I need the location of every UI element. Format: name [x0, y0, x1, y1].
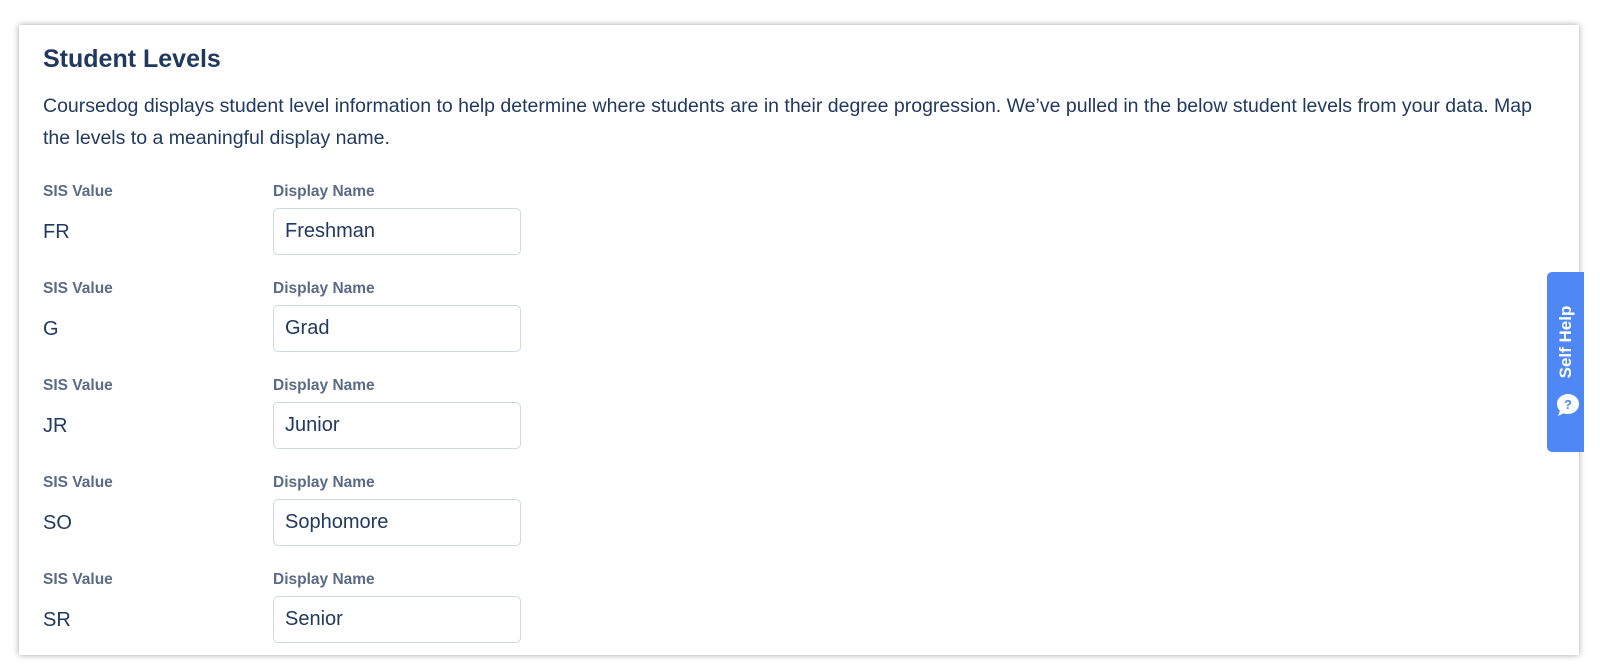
sis-value: FR: [43, 221, 70, 243]
section-description: Coursedog displays student level informa…: [43, 95, 1532, 149]
student-level-row: SIS Value Display Name SR: [43, 570, 643, 655]
self-help-label: Self Help: [1555, 305, 1575, 379]
sis-value: JR: [43, 415, 68, 437]
display-name-label: Display Name: [273, 280, 375, 297]
sis-value-label: SIS Value: [43, 571, 113, 588]
sis-value-label: SIS Value: [43, 474, 113, 491]
student-levels-card: Student Levels Coursedog displays studen…: [19, 25, 1579, 655]
display-name-input[interactable]: [273, 499, 521, 546]
display-name-label: Display Name: [273, 474, 375, 491]
student-level-row: SIS Value Display Name G: [43, 279, 643, 376]
display-name-label: Display Name: [273, 377, 375, 394]
student-level-row: SIS Value Display Name FR: [43, 182, 643, 279]
sis-value: G: [43, 318, 59, 340]
display-name-input[interactable]: [273, 208, 521, 255]
sis-value-label: SIS Value: [43, 183, 113, 200]
display-name-input[interactable]: [273, 402, 521, 449]
student-level-list: SIS Value Display Name FR SIS Value Disp…: [43, 182, 643, 655]
sis-value-label: SIS Value: [43, 377, 113, 394]
sis-value: SO: [43, 512, 72, 534]
display-name-label: Display Name: [273, 571, 375, 588]
student-level-row: SIS Value Display Name JR: [43, 376, 643, 473]
section-title: Student Levels: [43, 45, 221, 73]
display-name-input[interactable]: [273, 596, 521, 643]
sis-value-label: SIS Value: [43, 280, 113, 297]
question-chat-icon: ?: [1557, 394, 1579, 416]
display-name-label: Display Name: [273, 183, 375, 200]
display-name-input[interactable]: [273, 305, 521, 352]
student-level-row: SIS Value Display Name SO: [43, 473, 643, 570]
svg-text:?: ?: [1564, 397, 1572, 412]
sis-value: SR: [43, 609, 71, 631]
self-help-button[interactable]: Self Help ?: [1547, 272, 1584, 452]
